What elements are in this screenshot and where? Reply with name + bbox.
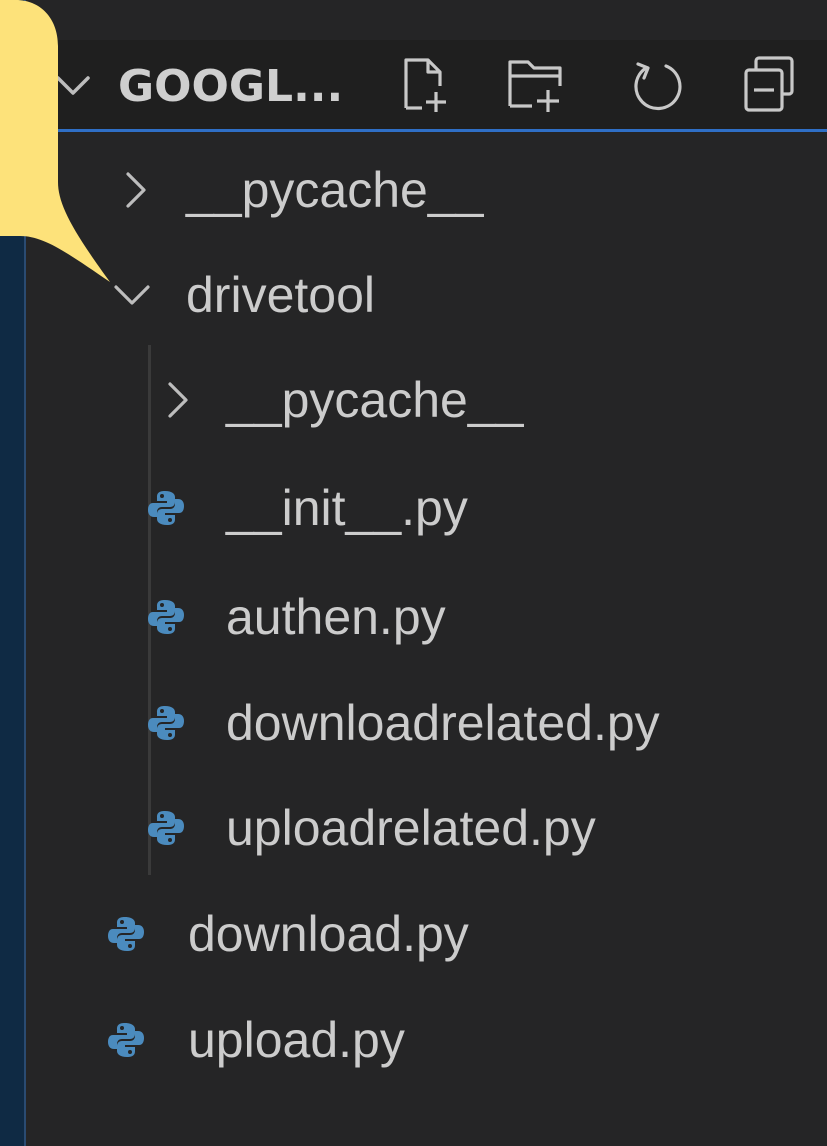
new-folder-button[interactable]	[504, 52, 568, 116]
new-file-button[interactable]	[396, 52, 460, 116]
python-file-icon	[108, 917, 144, 951]
tree-item-label: download.py	[188, 906, 469, 962]
refresh-icon	[634, 62, 682, 111]
tree-folder-pycache-nested[interactable]: __pycache__	[26, 350, 827, 450]
tree-item-label: uploadrelated.py	[226, 800, 596, 856]
collapse-all-icon	[744, 56, 794, 112]
new-folder-icon	[508, 60, 562, 112]
tree-file-init[interactable]: __init__.py	[26, 458, 827, 558]
chevron-down-icon	[114, 285, 150, 305]
python-file-icon	[148, 811, 184, 845]
tree-file-upload[interactable]: upload.py	[26, 990, 827, 1090]
chevron-down-icon[interactable]	[48, 60, 98, 110]
python-file-icon	[148, 706, 184, 740]
chevron-right-icon	[168, 382, 188, 418]
explorer-panel: GOOGL... __pycache__ drivetool __pycache…	[24, 0, 827, 1146]
explorer-folder-title[interactable]: GOOGL...	[118, 62, 343, 112]
tree-folder-pycache[interactable]: __pycache__	[26, 140, 827, 240]
python-file-icon	[148, 600, 184, 634]
tree-item-label: __pycache__	[186, 162, 484, 218]
tree-folder-drivetool[interactable]: drivetool	[26, 245, 827, 345]
new-file-icon	[404, 58, 446, 112]
python-file-icon	[108, 1023, 144, 1057]
chevron-right-icon	[126, 172, 146, 208]
explorer-section-header[interactable]: GOOGL...	[26, 40, 827, 132]
tree-item-label: downloadrelated.py	[226, 695, 660, 751]
tree-item-label: upload.py	[188, 1012, 405, 1068]
tree-item-label: drivetool	[186, 267, 375, 323]
tree-item-label: authen.py	[226, 589, 446, 645]
python-file-icon	[148, 491, 184, 525]
refresh-button[interactable]	[624, 52, 688, 116]
tree-file-download[interactable]: download.py	[26, 884, 827, 984]
collapse-all-button[interactable]	[738, 52, 802, 116]
tree-item-label: __pycache__	[226, 372, 524, 428]
tree-file-authen[interactable]: authen.py	[26, 567, 827, 667]
tree-item-label: __init__.py	[226, 480, 468, 536]
tree-file-uploadrelated[interactable]: uploadrelated.py	[26, 778, 827, 878]
tree-file-downloadrelated[interactable]: downloadrelated.py	[26, 673, 827, 773]
